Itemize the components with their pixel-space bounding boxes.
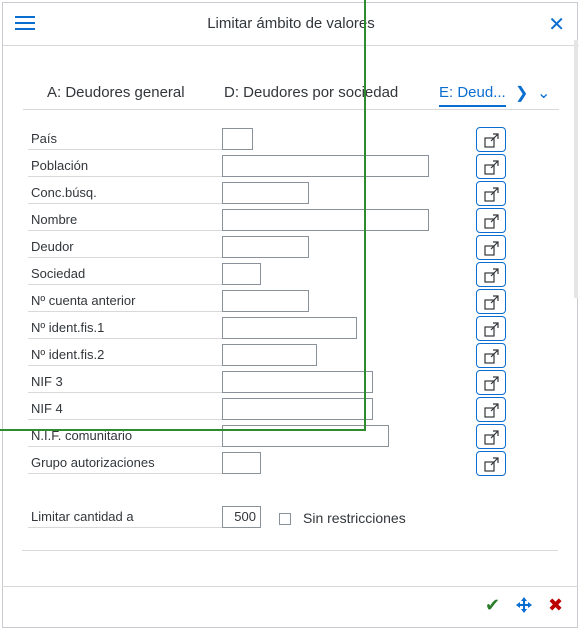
tab-deudores-general[interactable]: A: Deudores general xyxy=(47,84,185,101)
field-label-pais: País xyxy=(28,131,223,150)
field-label-nif-4: NIF 4 xyxy=(28,401,223,420)
limit-quantity-input[interactable]: 500 xyxy=(222,506,261,528)
tab-deudores-e[interactable]: E: Deud... xyxy=(439,84,506,107)
nombre-input[interactable] xyxy=(222,209,429,231)
multiple-selection-icon xyxy=(484,349,499,364)
multiple-selection-icon xyxy=(484,403,499,418)
multiple-selection-icon xyxy=(484,187,499,202)
tab-deudores-por-sociedad[interactable]: D: Deudores por sociedad xyxy=(224,84,398,101)
grupo-autorizaciones-input[interactable] xyxy=(222,452,261,474)
field-label-grupo-autorizaciones: Grupo autorizaciones xyxy=(28,455,223,474)
multiple-selection-button-ident-fis-1[interactable] xyxy=(476,316,506,341)
field-label-ident-fis-1: Nº ident.fis.1 xyxy=(28,320,223,339)
multiple-selection-icon xyxy=(484,214,499,229)
footer-divider xyxy=(2,586,578,587)
close-icon[interactable]: ✕ xyxy=(548,12,565,37)
multiple-selection-icon xyxy=(484,430,499,445)
nif-comunitario-input[interactable] xyxy=(222,425,389,447)
no-restrictions-label: Sin restricciones xyxy=(303,510,406,526)
multiple-selection-button-nif-4[interactable] xyxy=(476,397,506,422)
multiple-selection-button-grupo-autorizaciones[interactable] xyxy=(476,451,506,476)
multiple-selection-button-sociedad[interactable] xyxy=(476,262,506,287)
multiple-selection-button-ident-fis-2[interactable] xyxy=(476,343,506,368)
multiple-selection-button-cuenta-anterior[interactable] xyxy=(476,289,506,314)
nif-4-input[interactable] xyxy=(222,398,373,420)
ident-fis-1-input[interactable] xyxy=(222,317,357,339)
field-label-cuenta-anterior: Nº cuenta anterior xyxy=(28,293,223,312)
sociedad-input[interactable] xyxy=(222,263,261,285)
divider xyxy=(22,550,558,551)
field-label-ident-fis-2: Nº ident.fis.2 xyxy=(28,347,223,366)
multiple-selection-button-nombre[interactable] xyxy=(476,208,506,233)
multiple-selection-button-nif-comunitario[interactable] xyxy=(476,424,506,449)
multiple-selection-icon xyxy=(484,322,499,337)
multiple-selection-button-deudor[interactable] xyxy=(476,235,506,260)
chevron-right-icon[interactable]: ❯ xyxy=(515,83,528,103)
field-label-deudor: Deudor xyxy=(28,239,223,258)
multiple-selection-icon xyxy=(484,241,499,256)
no-restrictions-checkbox[interactable] xyxy=(279,513,291,525)
multiple-selection-icon xyxy=(484,160,499,175)
tab-bar: A: Deudores general D: Deudores por soci… xyxy=(23,81,559,110)
ident-fis-2-input[interactable] xyxy=(222,344,317,366)
multiple-selection-icon xyxy=(484,268,499,283)
multiple-selection-move-icon[interactable] xyxy=(515,596,533,619)
cancel-icon[interactable]: ✖ xyxy=(548,595,563,616)
poblacion-input[interactable] xyxy=(222,155,429,177)
multiple-selection-icon xyxy=(484,133,499,148)
nif-3-input[interactable] xyxy=(222,371,373,393)
conc-busq-input[interactable] xyxy=(222,182,309,204)
field-label-nif-3: NIF 3 xyxy=(28,374,223,393)
dialog-titlebar: Limitar ámbito de valores ✕ xyxy=(3,3,579,46)
field-label-nif-comunitario: N.I.F. comunitario xyxy=(28,428,223,447)
multiple-selection-icon xyxy=(484,457,499,472)
value-restriction-dialog: Limitar ámbito de valores ✕ A: Deudores … xyxy=(2,2,579,628)
pais-input[interactable] xyxy=(222,128,253,150)
deudor-input[interactable] xyxy=(222,236,309,258)
field-label-poblacion: Población xyxy=(28,158,223,177)
cuenta-anterior-input[interactable] xyxy=(222,290,309,312)
chevron-down-icon[interactable]: ⌄ xyxy=(537,83,550,103)
confirm-check-icon[interactable]: ✔ xyxy=(485,595,500,616)
multiple-selection-button-poblacion[interactable] xyxy=(476,154,506,179)
multiple-selection-button-pais[interactable] xyxy=(476,127,506,152)
scrollbar[interactable] xyxy=(574,40,578,298)
dialog-title: Limitar ámbito de valores xyxy=(207,15,375,32)
field-label-nombre: Nombre xyxy=(28,212,223,231)
limit-label: Limitar cantidad a xyxy=(28,509,223,528)
field-label-conc-busq: Conc.búsq. xyxy=(28,185,223,204)
multiple-selection-button-conc-busq[interactable] xyxy=(476,181,506,206)
multiple-selection-icon xyxy=(484,376,499,391)
multiple-selection-button-nif-3[interactable] xyxy=(476,370,506,395)
multiple-selection-icon xyxy=(484,295,499,310)
field-label-sociedad: Sociedad xyxy=(28,266,223,285)
